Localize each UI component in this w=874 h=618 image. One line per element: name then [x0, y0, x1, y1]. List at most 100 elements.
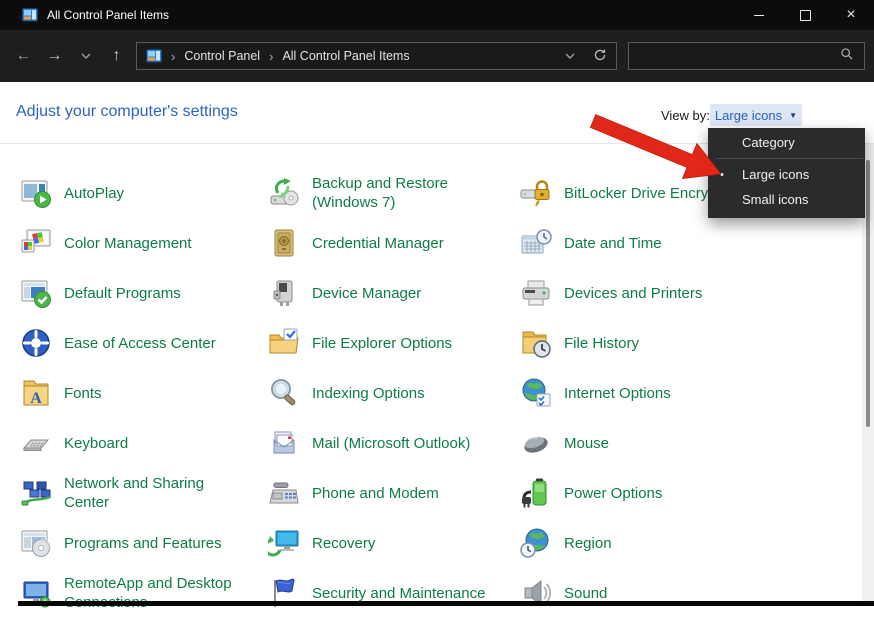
- chevron-down-icon: [81, 47, 91, 65]
- control-panel-item-label[interactable]: Security and Maintenance: [312, 584, 485, 603]
- up-button[interactable]: ↑: [101, 39, 132, 73]
- recent-locations-button[interactable]: [70, 39, 101, 73]
- phone-modem-icon: [268, 477, 300, 509]
- control-panel-item[interactable]: Device Manager: [268, 268, 520, 318]
- control-panel-item[interactable]: Mail (Microsoft Outlook): [268, 418, 520, 468]
- control-panel-item[interactable]: Internet Options: [520, 368, 854, 418]
- view-by-value: Large icons: [714, 107, 783, 123]
- control-panel-item-label[interactable]: RemoteApp and Desktop Connections: [64, 574, 234, 612]
- control-panel-item[interactable]: Region: [520, 518, 854, 568]
- control-panel-item-label[interactable]: Credential Manager: [312, 234, 444, 253]
- control-panel-item-label[interactable]: File History: [564, 334, 639, 353]
- control-panel-item[interactable]: A Fonts: [20, 368, 268, 418]
- control-panel-item[interactable]: Recovery: [268, 518, 520, 568]
- control-panel-item[interactable]: Network and Sharing Center: [20, 468, 268, 518]
- breadcrumb-control-panel[interactable]: Control Panel: [184, 49, 260, 63]
- control-panel-item[interactable]: Date and Time: [520, 218, 854, 268]
- control-panel-item-label[interactable]: Programs and Features: [64, 534, 222, 553]
- control-panel-item[interactable]: File Explorer Options: [268, 318, 520, 368]
- control-panel-item[interactable]: Keyboard: [20, 418, 268, 468]
- control-panel-item-label[interactable]: Device Manager: [312, 284, 421, 303]
- bitlocker-icon: [520, 177, 552, 209]
- control-panel-item-label[interactable]: Date and Time: [564, 234, 662, 253]
- scrollbar-thumb[interactable]: [866, 160, 870, 427]
- file-explorer-options-icon: [268, 327, 300, 359]
- control-panel-item[interactable]: Devices and Printers: [520, 268, 854, 318]
- control-panel-item[interactable]: Ease of Access Center: [20, 318, 268, 368]
- breadcrumb-all-items[interactable]: All Control Panel Items: [282, 49, 409, 63]
- control-panel-item[interactable]: File History: [520, 318, 854, 368]
- forward-icon: →: [46, 47, 63, 64]
- control-panel-item-label[interactable]: AutoPlay: [64, 184, 124, 203]
- device-manager-icon: [268, 277, 300, 309]
- view-menu-item-label: Small icons: [742, 192, 809, 207]
- autoplay-icon: [20, 177, 52, 209]
- keyboard-icon: [20, 427, 52, 459]
- control-panel-item[interactable]: Color Management: [20, 218, 268, 268]
- up-icon: ↑: [112, 47, 121, 64]
- view-menu-item-small-icons[interactable]: Small icons: [708, 187, 865, 212]
- control-panel-item[interactable]: Phone and Modem: [268, 468, 520, 518]
- control-panel-item[interactable]: Sound: [520, 568, 854, 618]
- control-panel-item-label[interactable]: Default Programs: [64, 284, 181, 303]
- recovery-icon: [268, 527, 300, 559]
- control-panel-item[interactable]: Power Options: [520, 468, 854, 518]
- control-panel-item[interactable]: Credential Manager: [268, 218, 520, 268]
- control-panel-item-label[interactable]: Devices and Printers: [564, 284, 702, 303]
- view-menu-item-large-icons[interactable]: • Large icons: [708, 162, 865, 187]
- back-button[interactable]: ←: [8, 39, 39, 73]
- window-controls: ×: [736, 0, 874, 30]
- region-icon: [520, 527, 552, 559]
- control-panel-item-label[interactable]: Sound: [564, 584, 607, 603]
- ease-of-access-icon: [20, 327, 52, 359]
- view-menu-item-label: Category: [742, 135, 795, 150]
- backup-restore-icon: [268, 177, 300, 209]
- control-panel-item-label[interactable]: Mail (Microsoft Outlook): [312, 434, 470, 453]
- search-input[interactable]: [639, 48, 840, 64]
- control-panel-item[interactable]: Security and Maintenance: [268, 568, 520, 618]
- control-panel-item[interactable]: RemoteApp and Desktop Connections: [20, 568, 268, 618]
- network-sharing-icon: [20, 477, 52, 509]
- control-panel-item-label[interactable]: Ease of Access Center: [64, 334, 216, 353]
- control-panel-item-label[interactable]: Backup and Restore (Windows 7): [312, 174, 508, 212]
- close-icon: ×: [846, 6, 856, 23]
- control-panel-item-label[interactable]: File Explorer Options: [312, 334, 452, 353]
- view-by-dropdown-button[interactable]: Large icons ▼: [710, 104, 802, 126]
- control-panel-item[interactable]: Mouse: [520, 418, 854, 468]
- breadcrumb-chevron-icon: ›: [269, 48, 274, 64]
- control-panel-grid: AutoPlay Backup and Restore (Windows 7) Bi…: [20, 168, 854, 618]
- control-panel-item-label[interactable]: Keyboard: [64, 434, 128, 453]
- control-panel-item-label[interactable]: Power Options: [564, 484, 662, 503]
- view-menu-item-label: Large icons: [742, 167, 810, 182]
- close-button[interactable]: ×: [828, 0, 874, 30]
- control-panel-item[interactable]: AutoPlay: [20, 168, 268, 218]
- navigation-bar: ← → ↑ › Control Panel › All Control Pane…: [0, 30, 874, 82]
- control-panel-item-label[interactable]: Fonts: [64, 384, 102, 403]
- search-box[interactable]: [628, 42, 865, 70]
- control-panel-item-label[interactable]: Internet Options: [564, 384, 671, 403]
- nav-arrow-group: ← → ↑: [8, 30, 132, 82]
- control-panel-item-label[interactable]: Network and Sharing Center: [64, 474, 234, 512]
- address-bar[interactable]: › Control Panel › All Control Panel Item…: [136, 42, 617, 70]
- control-panel-item-label[interactable]: Indexing Options: [312, 384, 425, 403]
- control-panel-item[interactable]: Default Programs: [20, 268, 268, 318]
- address-dropdown-icon[interactable]: [565, 49, 575, 63]
- refresh-icon[interactable]: [593, 48, 607, 65]
- view-menu-item-category[interactable]: Category: [708, 130, 865, 155]
- control-panel-item[interactable]: Backup and Restore (Windows 7): [268, 168, 520, 218]
- maximize-button[interactable]: [782, 0, 828, 30]
- control-panel-item-label[interactable]: Recovery: [312, 534, 375, 553]
- color-management-icon: [20, 227, 52, 259]
- control-panel-item-label[interactable]: Phone and Modem: [312, 484, 439, 503]
- maximize-icon: [799, 9, 811, 21]
- window-title: All Control Panel Items: [47, 8, 170, 22]
- minimize-icon: [754, 14, 764, 16]
- forward-button[interactable]: →: [39, 39, 70, 73]
- minimize-button[interactable]: [736, 0, 782, 30]
- control-panel-item[interactable]: Programs and Features: [20, 518, 268, 568]
- control-panel-item-label[interactable]: Region: [564, 534, 612, 553]
- page-title: Adjust your computer's settings: [16, 103, 238, 120]
- control-panel-item-label[interactable]: Color Management: [64, 234, 192, 253]
- control-panel-item-label[interactable]: Mouse: [564, 434, 609, 453]
- control-panel-item[interactable]: Indexing Options: [268, 368, 520, 418]
